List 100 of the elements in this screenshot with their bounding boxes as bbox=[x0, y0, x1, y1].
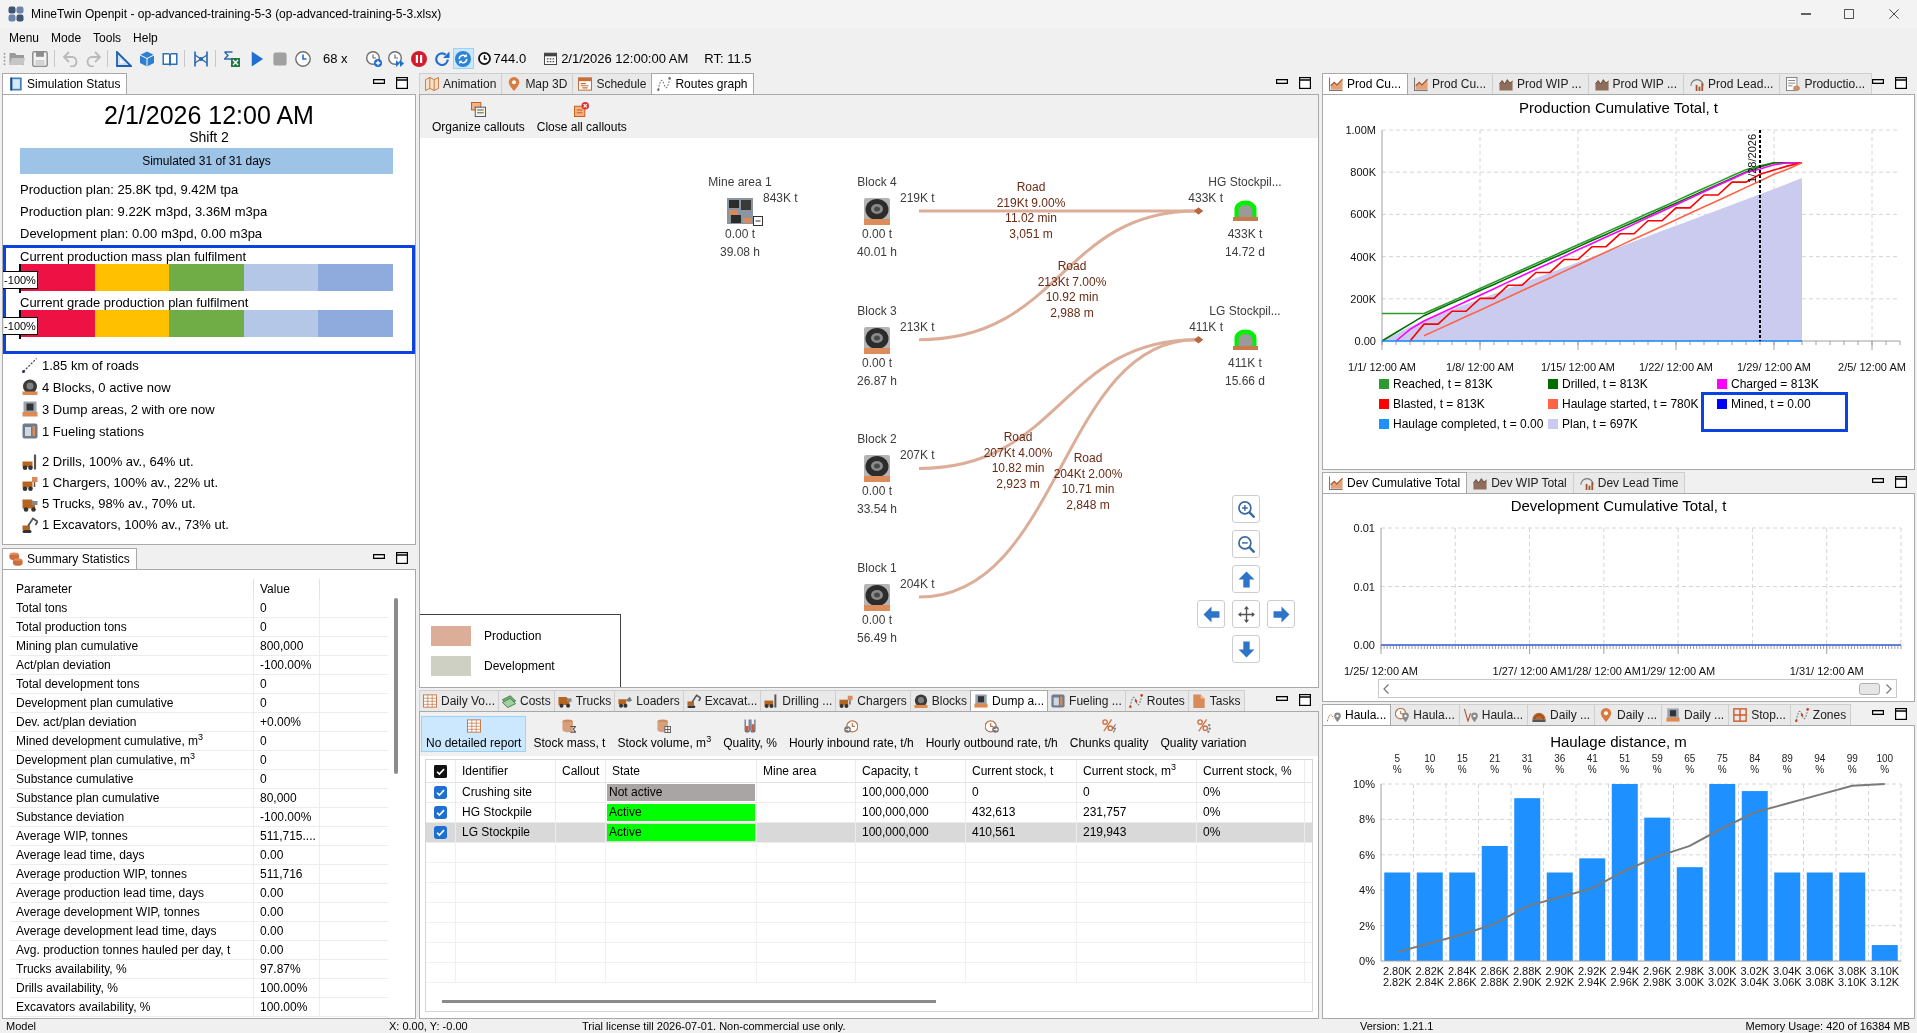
column-header: Current stock, m$^{3}$ bbox=[1077, 760, 1197, 782]
pan-down-button[interactable] bbox=[1232, 635, 1260, 663]
clock-forward-icon[interactable] bbox=[387, 50, 404, 67]
report-button[interactable]: Chunks quality bbox=[1064, 716, 1154, 752]
report-button[interactable]: Quality, % bbox=[718, 716, 782, 752]
minimize-icon[interactable] bbox=[1276, 696, 1288, 701]
toolbar-button[interactable]: Close all callouts bbox=[535, 102, 628, 134]
tab[interactable]: Loaders bbox=[614, 690, 684, 711]
tab[interactable]: Dev Cumulative Total bbox=[1322, 472, 1468, 493]
maximize-icon[interactable] bbox=[1299, 694, 1311, 706]
save-icon[interactable] bbox=[32, 50, 48, 67]
minimize-icon[interactable] bbox=[1872, 79, 1884, 84]
checkbox[interactable] bbox=[434, 806, 447, 819]
checkbox[interactable] bbox=[434, 786, 447, 799]
tab[interactable]: Prod Cu... bbox=[1407, 73, 1494, 94]
maximize-icon[interactable] bbox=[1299, 77, 1311, 89]
tab[interactable]: Routes graph bbox=[651, 73, 754, 94]
menu-item[interactable]: Mode bbox=[51, 30, 82, 45]
tab[interactable]: Routes bbox=[1124, 690, 1189, 711]
spreadsheet-export-icon[interactable] bbox=[224, 50, 240, 67]
maximize-icon[interactable] bbox=[396, 552, 408, 564]
maximize-icon[interactable] bbox=[396, 77, 408, 89]
table-row[interactable]: LG Stockpile Active 100,000,000 410,561 219,943 0% bbox=[426, 823, 1312, 843]
cube-icon[interactable] bbox=[139, 50, 155, 67]
axis-label: 0.00 bbox=[1353, 639, 1375, 651]
book-icon[interactable] bbox=[162, 50, 178, 67]
minimize-icon[interactable] bbox=[1872, 478, 1884, 483]
report-button[interactable]: Stock mass, t bbox=[528, 716, 611, 752]
zoom-out-button[interactable] bbox=[1232, 530, 1260, 558]
zoom-in-button[interactable] bbox=[1232, 495, 1260, 523]
tab[interactable]: Haula... bbox=[1458, 704, 1529, 725]
tab[interactable]: Productio... bbox=[1779, 73, 1873, 94]
recenter-button[interactable] bbox=[1232, 600, 1260, 628]
tab[interactable]: Drilling ... bbox=[760, 690, 837, 711]
tab[interactable]: Stop... bbox=[1728, 704, 1791, 725]
toolbar-button[interactable]: Organize callouts bbox=[431, 102, 526, 134]
clock-plus-icon[interactable] bbox=[365, 50, 382, 67]
tab[interactable]: Prod WIP ... bbox=[1587, 73, 1684, 94]
tab[interactable]: Blocks bbox=[909, 690, 972, 711]
tab[interactable]: Dump a... bbox=[970, 690, 1049, 711]
menu-item[interactable]: Help bbox=[133, 30, 158, 45]
stock-label: 433K t bbox=[1227, 227, 1263, 241]
report-button[interactable]: Stock volume, m$^{3}$ bbox=[612, 716, 717, 752]
pan-right-button[interactable] bbox=[1267, 600, 1295, 628]
pan-up-button[interactable] bbox=[1232, 565, 1260, 593]
collapse-icon[interactable] bbox=[753, 216, 763, 226]
maximize-icon[interactable] bbox=[1895, 476, 1907, 488]
status-line: 1 Excavators, 100% av., 73% ut. bbox=[42, 517, 229, 532]
minimize-icon[interactable] bbox=[373, 79, 385, 84]
checkbox[interactable] bbox=[434, 826, 447, 839]
tab[interactable]: Costs bbox=[498, 690, 555, 711]
maximize-icon[interactable] bbox=[1844, 9, 1854, 19]
tab[interactable]: Chargers bbox=[835, 690, 911, 711]
tab[interactable]: Daily ... bbox=[1661, 704, 1730, 725]
tab[interactable]: Prod WIP ... bbox=[1492, 73, 1589, 94]
route-icon[interactable] bbox=[193, 50, 209, 67]
tab[interactable]: Tasks bbox=[1187, 690, 1245, 711]
menu-item[interactable]: Menu bbox=[9, 30, 40, 45]
refresh-icon[interactable] bbox=[433, 50, 450, 67]
play-icon[interactable] bbox=[250, 50, 264, 67]
maximize-icon[interactable] bbox=[1895, 708, 1907, 720]
minimize-icon[interactable] bbox=[373, 554, 385, 559]
tab[interactable]: Prod Cu... bbox=[1322, 73, 1409, 94]
tab[interactable]: Haula... bbox=[1322, 704, 1392, 725]
tab[interactable]: Daily Vo... bbox=[419, 690, 500, 711]
minimize-icon[interactable] bbox=[1276, 79, 1288, 84]
tab[interactable]: Animation bbox=[419, 73, 503, 94]
minimize-icon[interactable] bbox=[1872, 710, 1884, 715]
checkbox[interactable] bbox=[434, 764, 447, 778]
tab[interactable]: Daily ... bbox=[1594, 704, 1663, 725]
tab[interactable]: Dev Lead Time bbox=[1572, 472, 1686, 493]
scrollbar[interactable] bbox=[1378, 679, 1897, 698]
toggle-button[interactable] bbox=[452, 48, 474, 69]
tab[interactable]: Summary Statistics bbox=[2, 548, 137, 569]
tab[interactable]: Dev WIP Total bbox=[1466, 472, 1574, 493]
clock-icon[interactable] bbox=[295, 50, 311, 67]
tab[interactable]: Simulation Status bbox=[2, 73, 128, 94]
table-row[interactable]: HG Stockpile Active 100,000,000 432,613 231,757 0% bbox=[426, 803, 1312, 823]
scrollbar[interactable] bbox=[394, 598, 398, 774]
tab[interactable]: Schedule bbox=[572, 73, 653, 94]
scrollbar[interactable] bbox=[442, 1000, 936, 1003]
table-row[interactable]: Crushing site Not active 100,000,000 0 0 0% bbox=[426, 783, 1312, 803]
tab[interactable]: Prod Lead... bbox=[1683, 73, 1781, 94]
tab[interactable]: Daily ... bbox=[1527, 704, 1596, 725]
report-button[interactable]: Hourly outbound rate, t/h bbox=[920, 716, 1063, 752]
tab[interactable]: Zones bbox=[1789, 704, 1852, 725]
tab[interactable]: Fueling ... bbox=[1047, 690, 1126, 711]
pan-left-button[interactable] bbox=[1197, 600, 1225, 628]
menu-item[interactable]: Tools bbox=[93, 30, 122, 45]
tab[interactable]: Excavat... bbox=[682, 690, 762, 711]
maximize-icon[interactable] bbox=[1895, 77, 1907, 89]
tab[interactable]: Trucks bbox=[553, 690, 616, 711]
scrollbar-thumb[interactable] bbox=[1859, 682, 1880, 695]
report-button[interactable]: Hourly inbound rate, t/h bbox=[783, 716, 919, 752]
close-icon[interactable] bbox=[1889, 9, 1899, 19]
tab[interactable]: Haula... bbox=[1390, 704, 1460, 725]
report-button[interactable]: Quality variation bbox=[1155, 716, 1252, 752]
pause-icon[interactable] bbox=[410, 50, 427, 67]
report-button[interactable]: No detailed report bbox=[421, 716, 527, 752]
tab[interactable]: Map 3D bbox=[501, 73, 574, 94]
